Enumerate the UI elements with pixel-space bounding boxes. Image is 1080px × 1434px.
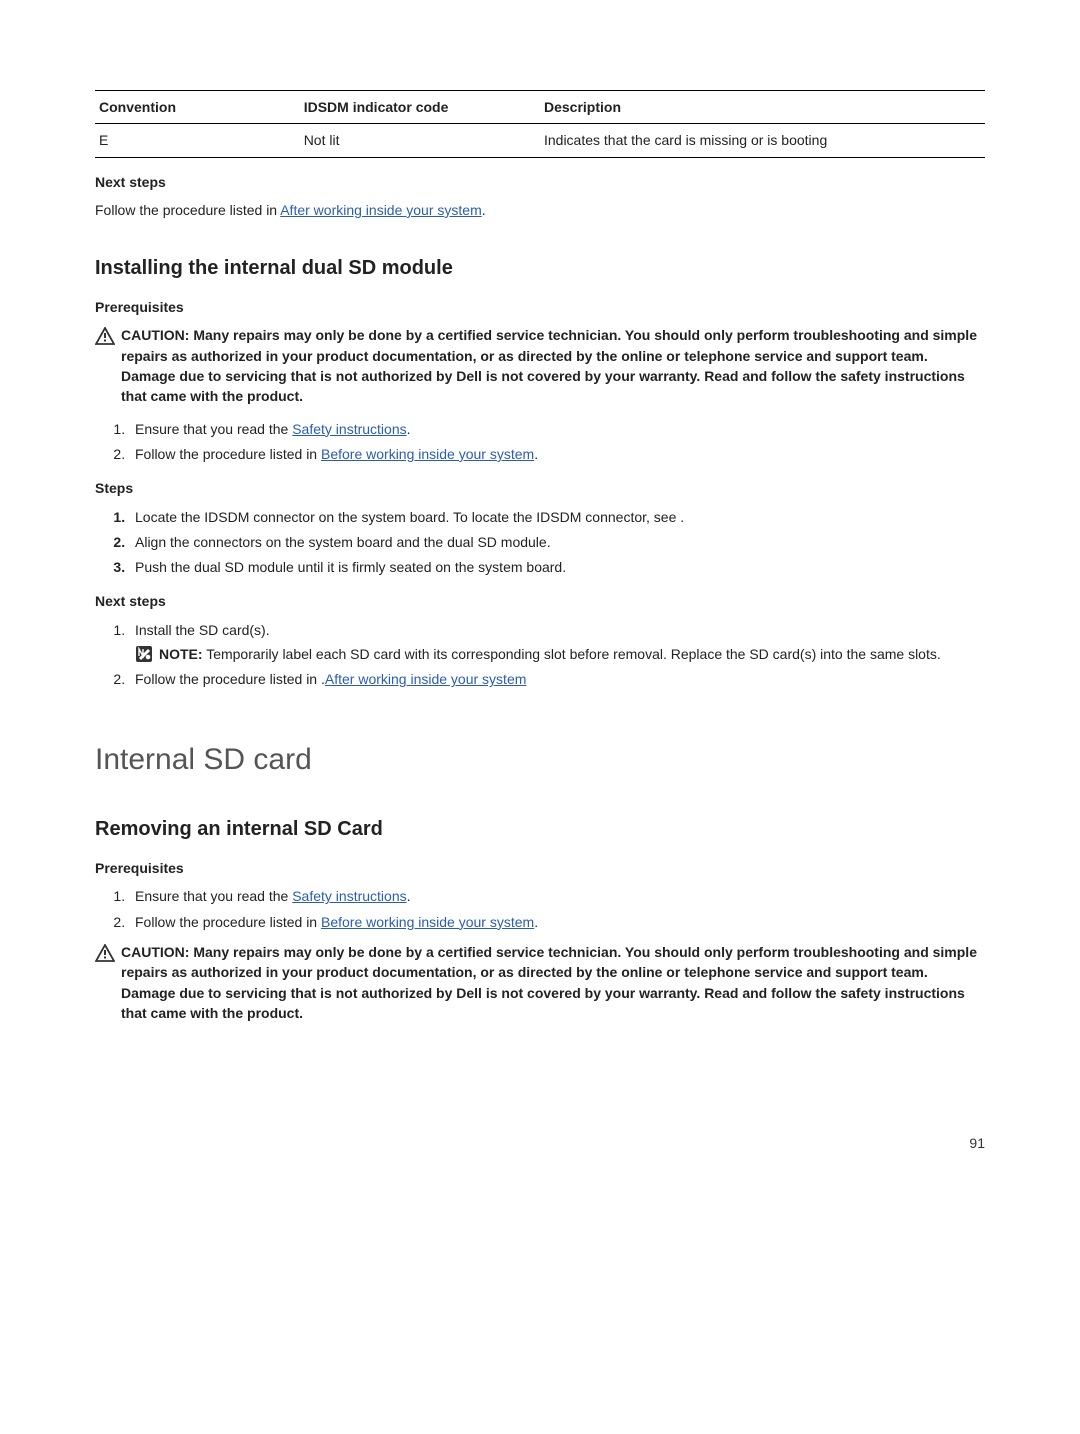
caution-callout-2: CAUTION: Many repairs may only be done b…: [95, 942, 985, 1023]
page-number: 91: [95, 1133, 985, 1153]
before-working-link[interactable]: Before working inside your system: [321, 446, 534, 462]
text: .: [407, 421, 411, 437]
after-working-link-2[interactable]: After working inside your system: [325, 671, 527, 687]
steps-list: Locate the IDSDM connector on the system…: [95, 507, 985, 578]
note-label: NOTE:: [159, 646, 203, 662]
th-convention: Convention: [95, 91, 300, 124]
prereq-list-1: Ensure that you read the Safety instruct…: [95, 419, 985, 465]
list-item: Push the dual SD module until it is firm…: [129, 557, 985, 577]
caution-callout-1: CAUTION: Many repairs may only be done b…: [95, 325, 985, 406]
th-description: Description: [540, 91, 985, 124]
text: Follow the procedure listed in .: [135, 671, 325, 687]
prerequisites-heading-2: Prerequisites: [95, 858, 985, 878]
install-heading: Installing the internal dual SD module: [95, 254, 985, 283]
list-item: Follow the procedure listed in .After wo…: [129, 669, 985, 689]
text: Ensure that you read the: [135, 888, 292, 904]
text: .: [534, 446, 538, 462]
prerequisites-heading-1: Prerequisites: [95, 297, 985, 317]
after-working-link[interactable]: After working inside your system: [280, 202, 482, 218]
text: Ensure that you read the: [135, 421, 292, 437]
text: .: [534, 914, 538, 930]
prereq-list-2: Ensure that you read the Safety instruct…: [95, 886, 985, 932]
caution-label: CAUTION:: [121, 944, 193, 960]
note-icon: [135, 645, 159, 663]
table-row: E Not lit Indicates that the card is mis…: [95, 124, 985, 157]
before-working-link-2[interactable]: Before working inside your system: [321, 914, 534, 930]
caution-body: CAUTION: Many repairs may only be done b…: [121, 942, 985, 1023]
text: Install the SD card(s).: [135, 622, 270, 638]
note-callout: NOTE: Temporarily label each SD card wit…: [135, 644, 985, 664]
safety-instructions-link[interactable]: Safety instructions: [292, 421, 406, 437]
next-steps-heading-2: Next steps: [95, 591, 985, 611]
text: .: [482, 202, 486, 218]
list-item: Ensure that you read the Safety instruct…: [129, 886, 985, 906]
list-item: Follow the procedure listed in Before wo…: [129, 444, 985, 464]
idsm-table: Convention IDSDM indicator code Descript…: [95, 90, 985, 158]
removing-sd-heading: Removing an internal SD Card: [95, 815, 985, 844]
caution-body: CAUTION: Many repairs may only be done b…: [121, 325, 985, 406]
safety-instructions-link-2[interactable]: Safety instructions: [292, 888, 406, 904]
caution-text: Many repairs may only be done by a certi…: [121, 944, 977, 1021]
list-item: Install the SD card(s). NOTE: Temporaril…: [129, 620, 985, 665]
td-description: Indicates that the card is missing or is…: [540, 124, 985, 157]
list-item: Ensure that you read the Safety instruct…: [129, 419, 985, 439]
text: .: [407, 888, 411, 904]
text: Follow the procedure listed in: [135, 914, 321, 930]
table-header-row: Convention IDSDM indicator code Descript…: [95, 91, 985, 124]
caution-icon: [95, 944, 121, 962]
th-code: IDSDM indicator code: [300, 91, 540, 124]
internal-sd-heading: Internal SD card: [95, 738, 985, 782]
text: Follow the procedure listed in: [135, 446, 321, 462]
next-steps-line-1: Follow the procedure listed in After wor…: [95, 200, 985, 220]
list-item: Locate the IDSDM connector on the system…: [129, 507, 985, 527]
td-convention: E: [95, 124, 300, 157]
caution-label: CAUTION:: [121, 327, 193, 343]
text: Follow the procedure listed in: [95, 202, 280, 218]
next-steps-list: Install the SD card(s). NOTE: Temporaril…: [95, 620, 985, 690]
list-item: Align the connectors on the system board…: [129, 532, 985, 552]
next-steps-heading-1: Next steps: [95, 172, 985, 192]
caution-text: Many repairs may only be done by a certi…: [121, 327, 977, 404]
note-text: Temporarily label each SD card with its …: [203, 646, 941, 662]
note-body: NOTE: Temporarily label each SD card wit…: [159, 644, 985, 664]
caution-icon: [95, 327, 121, 345]
steps-heading: Steps: [95, 478, 985, 498]
list-item: Follow the procedure listed in Before wo…: [129, 912, 985, 932]
td-code: Not lit: [300, 124, 540, 157]
